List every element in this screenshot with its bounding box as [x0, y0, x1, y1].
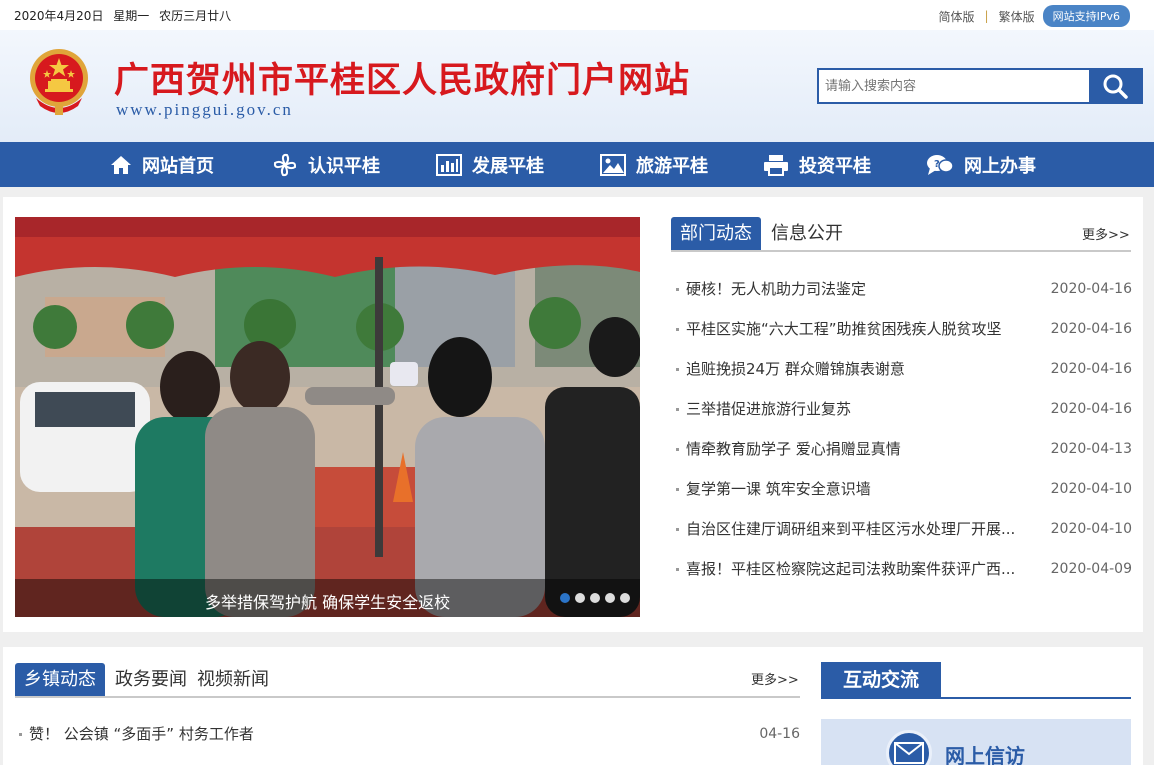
- news-title[interactable]: 复学第一课 筑牢安全意识墙: [686, 469, 1038, 509]
- news-date: 2020-04-10: [1050, 521, 1132, 537]
- news-title[interactable]: 三举措促进旅游行业复苏: [686, 389, 1038, 429]
- slider-dot[interactable]: [590, 593, 600, 603]
- traditional-link[interactable]: 繁体版: [999, 8, 1035, 25]
- news-title[interactable]: 情牵教育励学子 爱心捐赠显真情: [686, 429, 1038, 469]
- news-date: 04-16: [759, 726, 800, 742]
- main-nav: 网站首页 认识平桂 发展平桂 旅游平桂 投资平桂 ? 网上办事: [0, 142, 1154, 187]
- weekday-text: 星期一: [113, 9, 150, 23]
- news-row[interactable]: 三举措促进旅游行业复苏 2020-04-16: [676, 389, 1132, 429]
- site-header: 广西贺州市平桂区人民政府门户网站 www.pinggui.gov.cn: [0, 30, 1154, 142]
- ipv6-badge: 网站支持IPv6: [1042, 5, 1130, 27]
- town-news-tabs: 乡镇动态 政务要闻 视频新闻: [15, 663, 279, 697]
- online-petition-label[interactable]: 网上信访: [945, 740, 1025, 765]
- lunar-date-text: 农历三月廿八: [159, 9, 232, 23]
- slider-dot[interactable]: [605, 593, 615, 603]
- nav-item-investment[interactable]: 投资平桂: [763, 142, 871, 187]
- dept-news-list: 硬核！无人机助力司法鉴定 2020-04-16 平桂区实施“六大工程”助推贫困残疾…: [676, 269, 1132, 589]
- bar-chart-icon: [436, 153, 462, 176]
- news-row[interactable]: 复学第一课 筑牢安全意识墙 2020-04-10: [676, 469, 1132, 509]
- nav-item-about[interactable]: 认识平桂: [272, 142, 380, 187]
- picture-icon: [600, 153, 626, 176]
- tab-info-public[interactable]: 信息公开: [771, 217, 843, 251]
- slider-caption[interactable]: 多举措保驾护航 确保学生安全返校: [205, 589, 450, 613]
- news-date: 2020-04-09: [1050, 561, 1132, 577]
- site-url: www.pinggui.gov.cn: [116, 100, 293, 119]
- simplified-link[interactable]: 简体版: [939, 8, 975, 25]
- top-bar: 2020年4月20日 星期一 农历三月廿八 简体版 | 繁体版 网站支持IPv6: [0, 0, 1154, 30]
- news-title[interactable]: 赞！ 公会镇 “多面手” 村务工作者: [29, 717, 254, 751]
- slider-dot[interactable]: [560, 593, 570, 603]
- news-row[interactable]: 平桂区实施“六大工程”助推贫困残疾人脱贫攻坚 2020-04-16: [676, 309, 1132, 349]
- site-title[interactable]: 广西贺州市平桂区人民政府门户网站: [114, 52, 690, 103]
- town-more-link[interactable]: 更多>>: [751, 669, 799, 688]
- tab-gov-news[interactable]: 政务要闻: [115, 663, 187, 697]
- bullet: [676, 328, 679, 331]
- news-row[interactable]: 赞！ 公会镇 “多面手” 村务工作者 04-16: [19, 717, 800, 751]
- slider-dots: [560, 593, 635, 603]
- nav-label: 网上办事: [964, 155, 1036, 177]
- link-separator: |: [984, 9, 989, 23]
- tab-town-news[interactable]: 乡镇动态: [15, 663, 105, 697]
- national-emblem-icon: [30, 49, 88, 115]
- news-date: 2020-04-16: [1050, 281, 1132, 297]
- tab-video-news[interactable]: 视频新闻: [197, 663, 269, 697]
- date-info: 2020年4月20日 星期一 农历三月廿八: [14, 7, 237, 24]
- news-row[interactable]: 硬核！无人机助力司法鉴定 2020-04-16: [676, 269, 1132, 309]
- pinwheel-icon: [273, 153, 297, 176]
- bullet: [676, 528, 679, 531]
- nav-item-online-service[interactable]: ? 网上办事: [926, 142, 1036, 187]
- tab-divider: [15, 696, 800, 698]
- news-row[interactable]: 自治区住建厅调研组来到平桂区污水处理厂开展... 2020-04-10: [676, 509, 1132, 549]
- home-icon: [111, 155, 131, 174]
- nav-label: 发展平桂: [472, 155, 544, 177]
- town-news-list: 赞！ 公会镇 “多面手” 村务工作者 04-16: [19, 717, 800, 751]
- news-slider-image[interactable]: [15, 217, 640, 617]
- news-title[interactable]: 自治区住建厅调研组来到平桂区污水处理厂开展...: [686, 509, 1038, 549]
- tab-divider: [671, 250, 1131, 252]
- slider-dot[interactable]: [620, 593, 630, 603]
- nav-label: 认识平桂: [308, 155, 380, 177]
- bullet: [676, 448, 679, 451]
- news-title[interactable]: 追赃挽损24万 群众赠锦旗表谢意: [686, 349, 1038, 389]
- search-icon: [1103, 74, 1128, 99]
- svg-text:?: ?: [934, 159, 940, 170]
- interact-section-title: 互动交流: [821, 662, 941, 698]
- printer-icon: [764, 154, 788, 176]
- dept-more-link[interactable]: 更多>>: [1082, 224, 1130, 243]
- slider-dot[interactable]: [575, 593, 585, 603]
- news-date: 2020-04-16: [1050, 321, 1132, 337]
- news-row[interactable]: 情牵教育励学子 爱心捐赠显真情 2020-04-13: [676, 429, 1132, 469]
- search-input[interactable]: [819, 70, 1089, 102]
- bullet: [676, 368, 679, 371]
- nav-item-development[interactable]: 发展平桂: [436, 142, 544, 187]
- bullet: [676, 568, 679, 571]
- version-links: 简体版 | 繁体版 网站支持IPv6: [939, 5, 1130, 27]
- news-row[interactable]: 喜报！平桂区检察院这起司法救助案件获评广西... 2020-04-09: [676, 549, 1132, 589]
- news-date: 2020-04-10: [1050, 481, 1132, 497]
- tab-dept-news[interactable]: 部门动态: [671, 217, 761, 251]
- news-date: 2020-04-16: [1050, 401, 1132, 417]
- news-title[interactable]: 喜报！平桂区检察院这起司法救助案件获评广西...: [686, 549, 1038, 589]
- nav-label: 投资平桂: [799, 155, 871, 177]
- search-box: [817, 68, 1143, 104]
- bullet: [676, 488, 679, 491]
- dept-news-tabs: 部门动态 信息公开: [671, 217, 853, 251]
- news-title[interactable]: 平桂区实施“六大工程”助推贫困残疾人脱贫攻坚: [686, 309, 1038, 349]
- nav-item-home[interactable]: 网站首页: [110, 142, 214, 187]
- nav-label: 旅游平桂: [636, 155, 708, 177]
- news-row[interactable]: 追赃挽损24万 群众赠锦旗表谢意 2020-04-16: [676, 349, 1132, 389]
- interact-divider: [821, 697, 1131, 699]
- bullet: [676, 288, 679, 291]
- nav-item-tourism[interactable]: 旅游平桂: [600, 142, 708, 187]
- bullet: [676, 408, 679, 411]
- date-text: 2020年4月20日: [14, 9, 104, 23]
- bullet: [19, 733, 22, 736]
- news-date: 2020-04-13: [1050, 441, 1132, 457]
- news-title[interactable]: 硬核！无人机助力司法鉴定: [686, 269, 1038, 309]
- nav-label: 网站首页: [142, 155, 214, 177]
- search-button[interactable]: [1089, 70, 1141, 102]
- news-date: 2020-04-16: [1050, 361, 1132, 377]
- slider-photo: [15, 217, 640, 617]
- chat-icon: ?: [927, 154, 954, 175]
